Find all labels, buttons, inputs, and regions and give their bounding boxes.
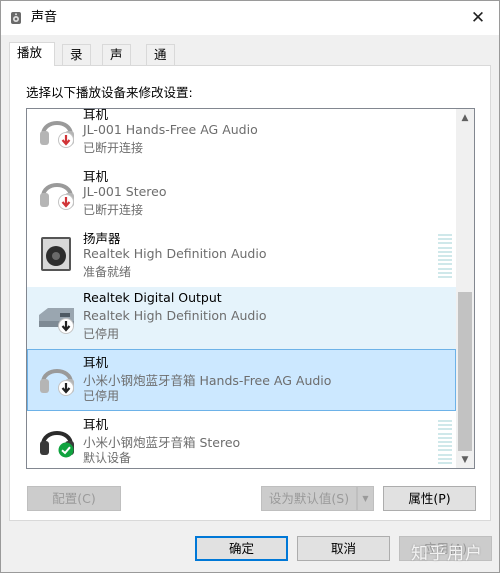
sound-dialog: 声音 ✕ 录制 声音 通信 播放 选择以下播放设备来修改设置: <box>0 0 500 573</box>
device-row[interactable]: 耳机 小米小钢炮蓝牙音箱 Hands-Free AG Audio 已停用 <box>27 349 456 411</box>
set-default-button[interactable]: 设为默认值(S) <box>261 486 357 511</box>
disabled-arrow-icon <box>58 380 74 396</box>
tab-recording[interactable]: 录制 <box>62 44 91 81</box>
tab-playback[interactable]: 播放 <box>9 42 55 66</box>
device-row[interactable]: Realtek Digital Output Realtek High Defi… <box>27 287 456 349</box>
scroll-down-icon[interactable]: ▼ <box>456 451 474 468</box>
close-icon: ✕ <box>470 8 486 28</box>
device-status: 默认设备 <box>83 451 132 465</box>
device-description: JL-001 Hands-Free AG Audio <box>83 122 258 137</box>
device-row[interactable]: 耳机 JL-001 Hands-Free AG Audio 已断开连接 <box>27 108 456 163</box>
speaker-icon <box>41 237 71 271</box>
device-description: 小米小钢炮蓝牙音箱 Hands-Free AG Audio <box>83 373 332 388</box>
device-description: JL-001 Stereo <box>83 184 167 199</box>
properties-button[interactable]: 属性(P) <box>383 486 476 511</box>
device-status: 已停用 <box>83 327 120 341</box>
volume-meter <box>438 234 452 278</box>
playback-panel: 选择以下播放设备来修改设置: 耳机 JL-001 Hands-Free AG A… <box>9 65 491 521</box>
device-name: 耳机 <box>83 169 109 184</box>
instruction-text: 选择以下播放设备来修改设置: <box>26 85 193 100</box>
device-status: 已停用 <box>83 389 120 403</box>
disconnected-arrow-icon <box>58 132 74 148</box>
device-name: Realtek Digital Output <box>83 290 222 305</box>
ok-button[interactable]: 确定 <box>195 536 288 561</box>
disabled-arrow-icon <box>58 318 74 334</box>
configure-button[interactable]: 配置(C) <box>27 486 121 511</box>
device-name: 耳机 <box>83 108 109 122</box>
tab-sounds[interactable]: 声音 <box>102 44 131 81</box>
device-row[interactable]: 耳机 小米小钢炮蓝牙音箱 Stereo 默认设备 <box>27 411 456 468</box>
title-bar: 声音 ✕ <box>1 1 499 35</box>
device-description: Realtek High Definition Audio <box>83 246 267 261</box>
tab-communications[interactable]: 通信 <box>146 44 175 81</box>
window-title: 声音 <box>31 10 58 25</box>
disconnected-arrow-icon <box>58 194 74 210</box>
vertical-scrollbar[interactable]: ▲ ▼ <box>456 109 474 468</box>
device-row[interactable]: 耳机 JL-001 Stereo 已断开连接 <box>27 163 456 225</box>
device-name: 耳机 <box>83 355 109 370</box>
cancel-button[interactable]: 取消 <box>297 536 390 561</box>
device-description: Realtek High Definition Audio <box>83 308 267 323</box>
close-button[interactable]: ✕ <box>465 5 491 31</box>
set-default-dropdown-icon[interactable]: ▼ <box>357 486 374 511</box>
device-list-items: 耳机 JL-001 Hands-Free AG Audio 已断开连接 耳机 J… <box>27 108 456 468</box>
device-name: 耳机 <box>83 417 109 432</box>
device-status: 已断开连接 <box>83 141 144 155</box>
scrollbar-thumb[interactable] <box>458 292 472 451</box>
device-status: 准备就绪 <box>83 265 132 279</box>
device-status: 已断开连接 <box>83 203 144 217</box>
scroll-up-icon[interactable]: ▲ <box>456 109 474 126</box>
volume-meter <box>438 420 452 464</box>
device-name: 扬声器 <box>83 231 121 246</box>
device-list[interactable]: 耳机 JL-001 Hands-Free AG Audio 已断开连接 耳机 J… <box>26 108 475 469</box>
watermark: 知乎用户 <box>411 544 483 564</box>
device-row[interactable]: 扬声器 Realtek High Definition Audio 准备就绪 <box>27 225 456 287</box>
default-check-icon <box>58 442 74 458</box>
speaker-title-icon <box>11 12 21 24</box>
